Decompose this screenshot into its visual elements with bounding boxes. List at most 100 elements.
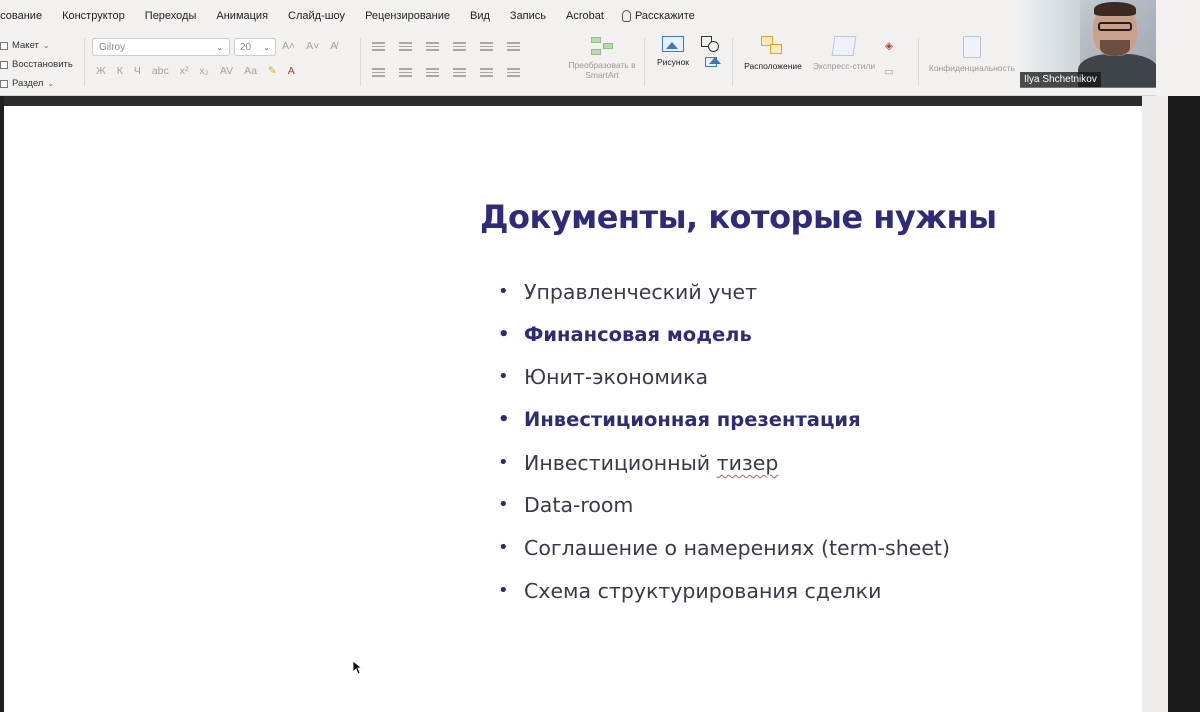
smartart-icon	[589, 36, 615, 56]
slide-pane-right-margin	[1142, 96, 1168, 712]
columns-icon[interactable]	[507, 42, 520, 51]
vertical-scrollbar[interactable]	[1168, 96, 1200, 712]
font-size-buttons: A˄ A˅ A̸	[282, 40, 337, 52]
quick-styles-label: Экспресс-стили	[812, 61, 876, 71]
list-item-text: Инвестиционный	[524, 450, 717, 475]
list-item: Управленческий учет	[498, 278, 950, 321]
justify-icon[interactable]	[453, 68, 466, 77]
tab-acrobat[interactable]: Acrobat	[556, 0, 614, 32]
tab-design[interactable]: Конструктор	[52, 0, 135, 32]
text-direction-icon[interactable]	[480, 68, 493, 77]
layout-icon	[0, 41, 8, 50]
numbering-icon[interactable]	[399, 42, 412, 51]
smartart-label: Преобразовать в SmartArt	[568, 60, 636, 80]
bullet-list[interactable]: Управленческий учет Финансовая модель Юн…	[498, 278, 950, 620]
list-item: Инвестиционная презентация	[498, 406, 950, 449]
decrease-indent-icon[interactable]	[426, 42, 439, 51]
bullets-icon[interactable]	[372, 42, 385, 51]
clear-format-icon[interactable]: A̸	[330, 40, 337, 52]
font-name-value: Gilroy	[99, 41, 126, 53]
list-item: Инвестиционный тизер	[498, 449, 950, 492]
person-beard	[1100, 40, 1130, 56]
chevron-down-icon: ⌄	[263, 42, 270, 52]
list-item: Схема структурирования сделки	[498, 577, 950, 620]
smartart-button[interactable]: Преобразовать в SmartArt	[566, 36, 638, 80]
picture-button[interactable]: Рисунок	[652, 36, 694, 67]
group-divider	[360, 38, 361, 86]
shape-format-buttons: ◈ ▭	[884, 40, 894, 78]
group-divider	[644, 38, 645, 86]
character-spacing-icon[interactable]: AV	[220, 65, 233, 77]
font-color-icon[interactable]: A	[288, 65, 295, 77]
arrange-button[interactable]: Расположение	[740, 36, 806, 71]
tell-me-search[interactable]: Расскажите	[614, 10, 695, 22]
tab-slideshow[interactable]: Слайд-шоу	[278, 0, 355, 32]
tab-view[interactable]: Вид	[460, 0, 500, 32]
section-label: Раздел	[12, 78, 44, 89]
list-buttons	[372, 42, 520, 51]
reset-icon	[0, 60, 8, 69]
shape-outline-icon[interactable]: ▭	[884, 66, 894, 78]
webcam-video: Ilya Shchetnikov	[1020, 0, 1156, 88]
superscript-icon[interactable]: x²	[180, 65, 189, 77]
font-name-select[interactable]: Gilroy ⌄	[92, 38, 230, 56]
list-item: Юнит-экономика	[498, 363, 950, 406]
glasses-icon	[1098, 22, 1132, 31]
subscript-icon[interactable]: x₂	[200, 65, 209, 77]
list-item: Data-room	[498, 491, 950, 534]
sensitivity-icon	[963, 36, 981, 58]
font-size-value: 20	[240, 41, 252, 53]
group-divider	[918, 38, 919, 86]
shapes-icon	[701, 36, 721, 52]
mouse-cursor-icon	[352, 660, 362, 675]
increase-indent-icon[interactable]	[453, 42, 466, 51]
tab-draw[interactable]: исование	[0, 0, 52, 32]
tab-review[interactable]: Рецензирование	[355, 0, 460, 32]
list-item: Финансовая модель	[498, 321, 950, 364]
align-buttons	[372, 68, 520, 77]
tab-transitions[interactable]: Переходы	[135, 0, 207, 32]
underline-icon[interactable]: Ч	[134, 65, 141, 77]
lightbulb-icon	[621, 10, 631, 22]
chevron-down-icon: ⌄	[42, 41, 50, 50]
strikethrough-icon[interactable]: abc	[152, 65, 169, 77]
quick-styles-button[interactable]: Экспресс-стили	[808, 36, 880, 71]
slide-title[interactable]: Документы, которые нужны	[480, 198, 997, 236]
chevron-down-icon: ⌄	[216, 42, 223, 52]
align-text-icon[interactable]	[507, 68, 520, 77]
section-icon	[0, 79, 8, 88]
format-buttons: Ж К Ч abc x² x₂ AV Aa ✎ A	[96, 65, 295, 77]
ribbon-right-edge	[1156, 0, 1200, 96]
person-hair	[1094, 2, 1136, 16]
spellcheck-flagged-word[interactable]: тизер	[717, 451, 779, 475]
reset-button[interactable]: Восстановить	[0, 55, 73, 74]
shapes-button[interactable]	[696, 36, 726, 67]
bold-icon[interactable]: Ж	[96, 65, 106, 77]
change-case-icon[interactable]: Aa	[244, 65, 257, 77]
align-right-icon[interactable]	[426, 68, 439, 77]
align-center-icon[interactable]	[399, 68, 412, 77]
quick-styles-icon	[831, 36, 857, 56]
picture-label: Рисунок	[656, 57, 690, 67]
ribbon-toolbar: Макет ⌄ Восстановить Раздел ⌄ Gilroy ⌄ 2…	[0, 32, 1020, 94]
slide-canvas[interactable]: Документы, которые нужны Управленческий …	[4, 106, 1142, 712]
tab-animations[interactable]: Анимация	[206, 0, 278, 32]
grow-font-icon[interactable]: A˄	[282, 40, 295, 52]
align-left-icon[interactable]	[372, 68, 385, 77]
line-spacing-icon[interactable]	[480, 42, 493, 51]
group-divider	[732, 38, 733, 86]
shrink-font-icon[interactable]: A˅	[306, 40, 319, 52]
list-item: Соглашение о намерениях (term-sheet)	[498, 534, 950, 577]
group-divider	[84, 38, 85, 86]
font-size-select[interactable]: 20 ⌄	[234, 38, 276, 56]
italic-icon[interactable]: К	[117, 65, 123, 77]
picture-icon	[662, 36, 684, 52]
highlight-icon[interactable]: ✎	[268, 65, 277, 77]
sensitivity-button[interactable]: Конфиденциальность	[926, 36, 1018, 73]
tab-record[interactable]: Запись	[500, 0, 556, 32]
textbox-icon[interactable]	[705, 57, 721, 67]
section-button[interactable]: Раздел ⌄	[0, 74, 73, 93]
shape-fill-icon[interactable]: ◈	[885, 40, 893, 52]
layout-button[interactable]: Макет ⌄	[0, 36, 73, 55]
tell-me-label: Расскажите	[634, 10, 695, 22]
